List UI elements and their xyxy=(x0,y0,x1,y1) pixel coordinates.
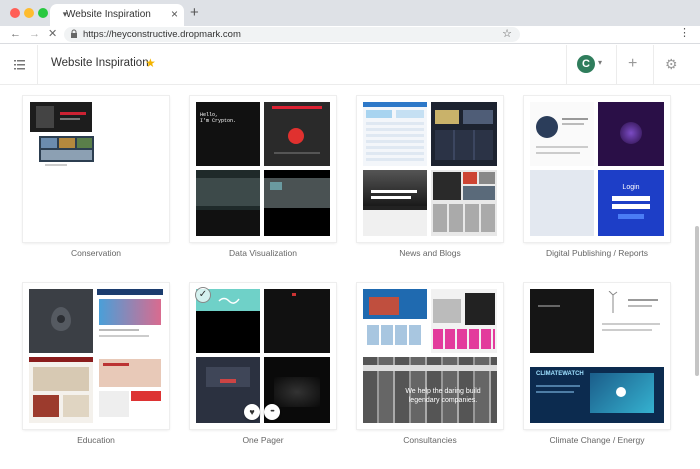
thumbnail-image: Login xyxy=(598,170,664,236)
thumbnail-image: We help the daring build legendary compa… xyxy=(363,357,497,423)
lock-icon xyxy=(71,29,77,38)
thumbnail-image xyxy=(264,289,330,353)
header-divider xyxy=(616,45,617,85)
thumbnail-image xyxy=(530,289,594,353)
url-input[interactable]: https://heyconstructive.dropmark.com ☆ xyxy=(64,27,520,42)
address-bar: ← → ✕ https://heyconstructive.dropmark.c… xyxy=(0,26,700,44)
collection-label[interactable]: Education xyxy=(23,435,169,445)
collection-card-conservation[interactable] xyxy=(23,96,169,242)
gear-icon[interactable]: ⚙ xyxy=(665,55,678,73)
thumbnail-image xyxy=(431,170,497,236)
window-minimize-button[interactable] xyxy=(24,8,34,18)
chevron-down-icon[interactable]: ▾ xyxy=(598,58,602,67)
bookmark-star-icon[interactable]: ☆ xyxy=(502,27,512,41)
thumbnail-image xyxy=(363,170,427,236)
thumbnail-image xyxy=(29,357,93,423)
scrollbar[interactable] xyxy=(695,226,699,376)
collection-card-data-visualization[interactable]: Hello, I'm Crypton. xyxy=(190,96,336,242)
list-menu-icon[interactable] xyxy=(14,59,25,70)
window-close-button[interactable] xyxy=(10,8,20,18)
add-icon[interactable]: + xyxy=(628,55,637,73)
thumbnail-image xyxy=(431,102,497,166)
heart-icon[interactable]: ♥ xyxy=(244,404,260,420)
collection-label[interactable]: One Pager xyxy=(190,435,336,445)
thumbnail-image xyxy=(363,102,427,166)
thumbnail-image xyxy=(97,289,163,353)
thumbnail-image xyxy=(196,170,260,236)
thumbnail-image xyxy=(264,170,330,236)
collection-card-climate-change[interactable]: CLIMATEWATCH xyxy=(524,283,670,429)
select-checkmark-icon[interactable]: ✓ xyxy=(195,287,211,303)
more-options-icon[interactable]: ••• xyxy=(264,404,280,420)
forward-button[interactable]: → xyxy=(29,27,40,41)
browser-tab-bar: ▾ Website Inspiration × + xyxy=(0,0,700,26)
collection-card-education[interactable] xyxy=(23,283,169,429)
thumbnail-image: CLIMATEWATCH xyxy=(530,357,664,423)
header-divider xyxy=(37,45,38,85)
thumbnail-image xyxy=(530,102,594,166)
app-header: Website Inspiration ★ C ▾ + ⚙ xyxy=(0,45,700,85)
header-divider xyxy=(653,45,654,85)
favorite-star-icon[interactable]: ★ xyxy=(145,56,156,70)
stop-loading-button[interactable]: ✕ xyxy=(48,27,57,41)
thumbnail-image xyxy=(530,170,594,236)
back-button[interactable]: ← xyxy=(10,27,21,41)
thumbnail-image xyxy=(39,136,94,162)
thumbnail-image xyxy=(97,357,163,423)
thumbnail-image xyxy=(29,289,93,353)
url-text: https://heyconstructive.dropmark.com xyxy=(83,29,241,40)
page-title: Website Inspiration xyxy=(51,57,149,69)
thumbnail-text-line xyxy=(45,164,67,166)
collection-label[interactable]: Data Visualization xyxy=(190,248,336,258)
thumbnail-image xyxy=(30,102,92,132)
thumbnail-text: CLIMATEWATCH xyxy=(536,371,584,377)
tab-title: Website Inspiration xyxy=(66,9,151,20)
collection-card-one-pager[interactable]: ✓ ♥ ••• xyxy=(190,283,336,429)
collection-grid: Conservation Hello, I'm Crypton. Data Vi… xyxy=(0,86,700,469)
collection-label[interactable]: News and Blogs xyxy=(357,248,503,258)
thumbnail-image: Hello, I'm Crypton. xyxy=(196,102,260,166)
thumbnail-text: Hello, I'm Crypton. xyxy=(200,112,237,124)
header-divider xyxy=(566,45,567,85)
avatar[interactable]: C xyxy=(577,55,595,73)
browser-menu-icon[interactable]: ⋮ xyxy=(679,26,690,40)
thumbnail-text: We help the daring build legendary compa… xyxy=(405,388,481,404)
collection-card-consultancies[interactable]: We help the daring build legendary compa… xyxy=(357,283,503,429)
thumbnail-image xyxy=(264,102,330,166)
thumbnail-text: Login xyxy=(622,184,640,191)
thumbnail-image xyxy=(598,102,664,166)
thumbnail-image xyxy=(431,289,497,353)
thumbnail-image xyxy=(363,289,427,353)
collection-card-news-and-blogs[interactable] xyxy=(357,96,503,242)
browser-tab[interactable]: ▾ Website Inspiration × xyxy=(50,4,184,26)
collection-card-digital-publishing[interactable]: Login xyxy=(524,96,670,242)
collection-label[interactable]: Consultancies xyxy=(357,435,503,445)
collection-label[interactable]: Conservation xyxy=(23,248,169,258)
collection-label[interactable]: Digital Publishing / Reports xyxy=(524,248,670,258)
window-maximize-button[interactable] xyxy=(38,8,48,18)
collection-label[interactable]: Climate Change / Energy xyxy=(524,435,670,445)
new-tab-button[interactable]: + xyxy=(190,5,199,20)
close-tab-icon[interactable]: × xyxy=(171,7,178,21)
thumbnail-image xyxy=(598,289,664,353)
